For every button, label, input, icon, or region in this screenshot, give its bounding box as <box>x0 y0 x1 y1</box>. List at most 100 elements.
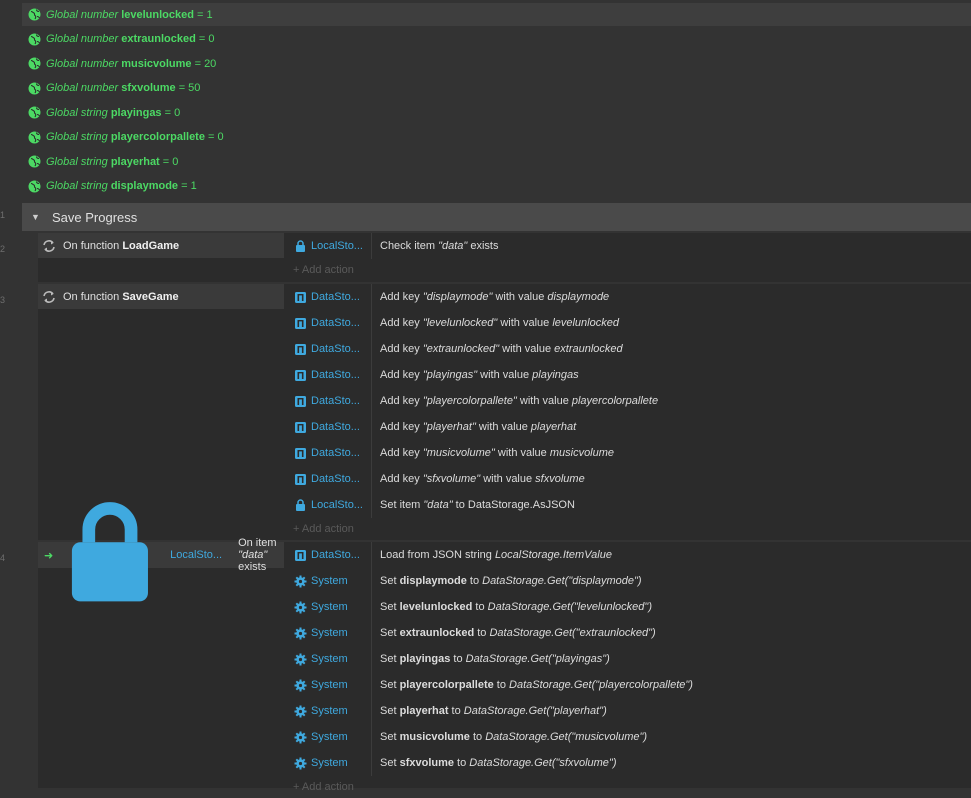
line-number: 3 <box>0 295 6 305</box>
action-row[interactable]: System Set playerhat to DataStorage.Get("… <box>285 698 971 724</box>
global-variable-musicvolume[interactable]: Global number musicvolume = 20 <box>22 52 971 75</box>
action-row[interactable]: System Set sfxvolume to DataStorage.Get("… <box>285 750 971 776</box>
action-text: Add key "levelunlocked" with value level… <box>380 317 619 329</box>
global-variable-playingas[interactable]: Global string playingas = 0 <box>22 101 971 124</box>
column-divider <box>371 672 372 698</box>
column-divider <box>371 594 372 620</box>
actions-list: DataSto... Load from JSON string LocalSto… <box>285 542 971 798</box>
action-row[interactable]: System Set extraunlocked to DataStorage.G… <box>285 620 971 646</box>
action-text: Add key "musicvolume" with value musicvo… <box>380 447 615 459</box>
column-divider <box>371 492 372 518</box>
condition-on-item-exists[interactable]: ➜ LocalSto... On item "data" exists <box>38 502 284 602</box>
globe-icon <box>28 155 41 168</box>
action-text: Add key "playercolorpallete" with value … <box>380 395 659 407</box>
column-divider <box>371 568 372 594</box>
global-variable-playerhat[interactable]: Global string playerhat = 0 <box>22 150 971 173</box>
action-object-name: System <box>311 627 348 639</box>
add-action-link[interactable]: + Add action <box>293 259 971 281</box>
data-storage-icon <box>294 447 307 460</box>
globe-icon <box>28 33 41 45</box>
action-object-name: DataSto... <box>311 447 360 459</box>
column-divider <box>371 620 372 646</box>
action-object-name: System <box>311 601 348 613</box>
group-title: Save Progress <box>52 209 138 225</box>
global-variable-text: Global string displaymode = 1 <box>46 180 197 192</box>
column-divider <box>371 466 372 492</box>
action-text: Add key "playingas" with value playingas <box>380 369 579 381</box>
action-text: Add key "sfxvolume" with value sfxvolume <box>380 473 585 485</box>
globe-icon <box>28 131 41 143</box>
action-object-name: System <box>311 653 348 665</box>
condition-on-function-loadgame[interactable]: On function LoadGame <box>38 233 284 259</box>
action-text: Set levelunlocked to DataStorage.Get("le… <box>380 601 652 613</box>
trigger-arrow-icon: ➜ <box>44 549 54 562</box>
action-row[interactable]: DataSto... Add key "playercolorpallete" w… <box>285 388 971 414</box>
condition-text: On function SaveGame <box>63 290 179 303</box>
global-variable-sfxvolume[interactable]: Global number sfxvolume = 50 <box>22 77 971 100</box>
column-divider <box>371 233 372 259</box>
action-text: Set displaymode to DataStorage.Get("disp… <box>380 575 642 587</box>
local-storage-icon <box>294 498 307 512</box>
action-row[interactable]: DataSto... Load from JSON string LocalSto… <box>285 542 971 568</box>
condition-text: On function LoadGame <box>63 239 180 252</box>
action-text: Set musicvolume to DataStorage.Get("musi… <box>380 731 648 743</box>
local-storage-icon <box>72 502 149 602</box>
data-storage-icon <box>294 395 307 408</box>
column-divider <box>371 310 372 336</box>
action-object-name: System <box>311 679 348 691</box>
global-variable-levelunlocked[interactable]: Global number levelunlocked = 1 <box>22 3 971 26</box>
column-divider <box>371 646 372 672</box>
global-variable-text: Global number levelunlocked = 1 <box>46 8 213 21</box>
action-object-name: System <box>311 575 348 587</box>
event-load-game[interactable]: On function LoadGame LocalSto... Check it… <box>38 233 971 282</box>
action-row[interactable]: DataSto... Add key "displaymode" with val… <box>285 284 971 310</box>
action-object-name: System <box>311 705 348 717</box>
action-row[interactable]: System Set playingas to DataStorage.Get("… <box>285 646 971 672</box>
action-object-name: DataSto... <box>311 549 360 561</box>
action-row[interactable]: System Set musicvolume to DataStorage.Get… <box>285 724 971 750</box>
action-row[interactable]: DataSto... Add key "playerhat" with value… <box>285 414 971 440</box>
system-gear-icon <box>294 575 307 588</box>
function-loop-icon <box>43 290 55 303</box>
actions-list: DataSto... Add key "displaymode" with val… <box>285 284 971 540</box>
function-loop-icon <box>43 239 55 252</box>
action-text: Add key "extraunlocked" with value extra… <box>380 343 623 355</box>
action-object-name: DataSto... <box>311 473 360 485</box>
line-number: 4 <box>0 553 6 563</box>
action-object-name: LocalSto... <box>311 240 363 252</box>
action-text: Check item "data" exists <box>380 240 499 252</box>
event-on-item-exists[interactable]: ➜ LocalSto... On item "data" exists Data… <box>38 502 971 793</box>
condition-on-function-savegame[interactable]: On function SaveGame <box>38 284 284 310</box>
action-text: Set playingas to DataStorage.Get("playin… <box>380 653 610 665</box>
global-variable-text: Global number sfxvolume = 50 <box>46 82 201 94</box>
action-row[interactable]: System Set displaymode to DataStorage.Get… <box>285 568 971 594</box>
data-storage-icon <box>294 343 307 356</box>
add-action-link[interactable]: + Add action <box>293 776 971 798</box>
global-variable-text: Global string playercolorpallete = 0 <box>46 131 224 143</box>
global-variable-playercolorpallete[interactable]: Global string playercolorpallete = 0 <box>22 126 971 149</box>
action-row[interactable]: DataSto... Add key "levelunlocked" with v… <box>285 310 971 336</box>
action-row[interactable]: System Set levelunlocked to DataStorage.G… <box>285 594 971 620</box>
data-storage-icon <box>294 473 307 486</box>
global-variable-text: Global number musicvolume = 20 <box>46 57 217 70</box>
column-divider <box>371 542 372 568</box>
system-gear-icon <box>294 653 307 666</box>
global-variable-text: Global number extraunlocked = 0 <box>46 33 215 45</box>
action-text: Set sfxvolume to DataStorage.Get("sfxvol… <box>380 757 617 769</box>
action-row[interactable]: System Set playercolorpallete to DataStor… <box>285 672 971 698</box>
collapse-arrow-icon[interactable]: ▼ <box>31 212 45 222</box>
action-row[interactable]: DataSto... Add key "sfxvolume" with value… <box>285 466 971 492</box>
action-row[interactable]: DataSto... Add key "playingas" with value… <box>285 362 971 388</box>
data-storage-icon <box>294 549 307 562</box>
event-save-game[interactable]: On function SaveGame DataSto... Add key "… <box>38 284 971 540</box>
action-row[interactable]: LocalSto... Set item "data" to DataStorag… <box>285 492 971 518</box>
global-variable-text: Global string playerhat = 0 <box>46 155 179 168</box>
group-header-save-progress[interactable]: ▼ Save Progress <box>22 203 971 231</box>
add-action-link[interactable]: + Add action <box>293 518 971 540</box>
action-row[interactable]: DataSto... Add key "extraunlocked" with v… <box>285 336 971 362</box>
global-variable-extraunlocked[interactable]: Global number extraunlocked = 0 <box>22 28 971 51</box>
global-variable-displaymode[interactable]: Global string displaymode = 1 <box>22 175 971 198</box>
action-row[interactable]: DataSto... Add key "musicvolume" with val… <box>285 440 971 466</box>
action-row[interactable]: LocalSto... Check item "data" exists <box>285 233 971 259</box>
column-divider <box>371 284 372 310</box>
